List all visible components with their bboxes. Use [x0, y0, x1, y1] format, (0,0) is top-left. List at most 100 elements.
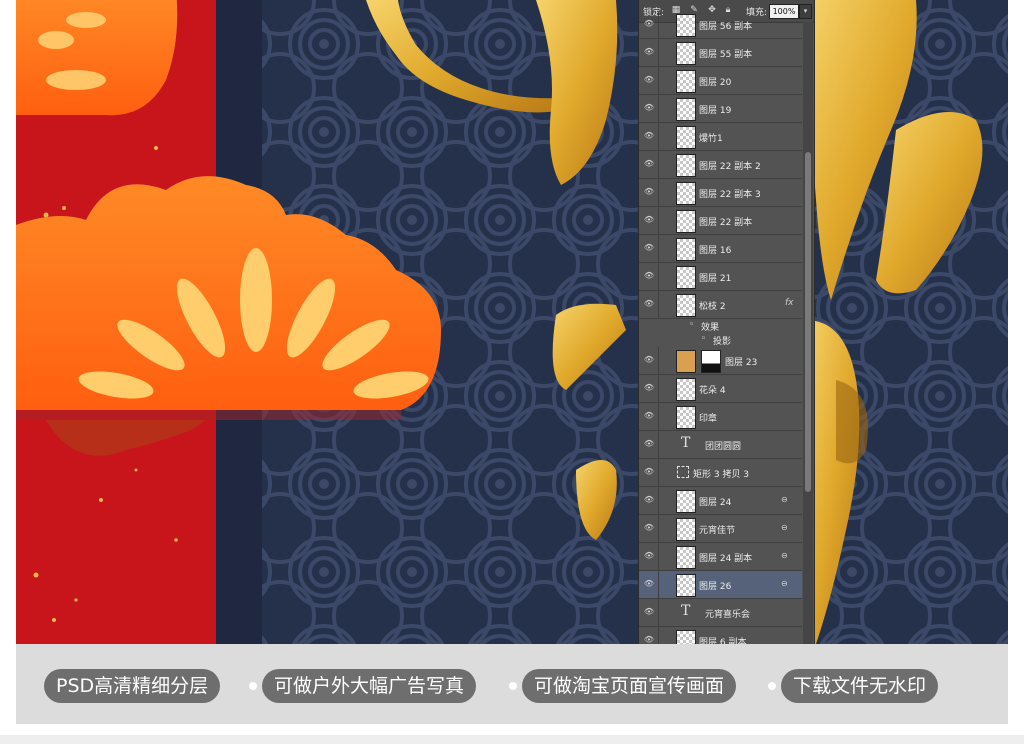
column-divider [658, 543, 659, 570]
text-layer-icon: T [681, 603, 691, 619]
link-icon[interactable]: ⊖ [781, 579, 788, 588]
layer-name: 元宵喜乐会 [705, 610, 751, 620]
layer-row[interactable]: 👁︎ 图层 22 副本 [639, 207, 802, 235]
column-divider [658, 431, 659, 458]
layer-row[interactable]: 👁︎ 爆竹1 [639, 123, 802, 151]
eye-small-icon[interactable]: ◦ [689, 320, 694, 330]
effects-row[interactable]: ◦ 效果 [639, 319, 802, 333]
layers-scroll-thumb[interactable] [805, 152, 811, 492]
eye-small-icon[interactable]: ◦ [701, 334, 706, 344]
column-divider [658, 123, 659, 150]
column-divider [658, 67, 659, 94]
column-divider [658, 179, 659, 206]
layer-thumbnail [676, 266, 696, 289]
canvas-preview: 锁定: ▦ ✎ ✥ 🔒︎ 填充: 100% ▾ 👁︎ 图层 56 副本 👁︎ 图层 5… [16, 0, 1008, 644]
visibility-eye-icon[interactable]: 👁︎ [643, 467, 655, 477]
fx-icon[interactable]: fx [785, 298, 794, 308]
layer-row[interactable]: 👁︎ 图层 16 [639, 235, 802, 263]
text-layer-icon: T [681, 435, 691, 451]
layer-row[interactable]: 👁︎ 图层 20 [639, 67, 802, 95]
layer-row[interactable]: 👁︎ T 团团圆圆 [639, 431, 802, 459]
visibility-eye-icon[interactable]: 👁︎ [643, 19, 655, 29]
layer-thumbnail [676, 238, 696, 261]
effects-label: 效果 [701, 323, 720, 333]
visibility-eye-icon[interactable]: 👁︎ [643, 439, 655, 449]
layer-name: 图层 21 [699, 274, 732, 284]
visibility-eye-icon[interactable]: 👁︎ [643, 607, 655, 617]
link-icon[interactable]: ⊖ [781, 495, 788, 504]
layer-name: 图层 22 副本 2 [699, 162, 761, 172]
visibility-eye-icon[interactable]: 👁︎ [643, 579, 655, 589]
visibility-eye-icon[interactable]: 👁︎ [643, 47, 655, 57]
visibility-eye-icon[interactable]: 👁︎ [643, 299, 655, 309]
visibility-eye-icon[interactable]: 👁︎ [643, 551, 655, 561]
layer-row[interactable]: 👁︎ 图层 6 副本 [639, 627, 802, 644]
layer-thumbnail [676, 126, 696, 149]
layer-row[interactable]: 👁︎ 图层 19 [639, 95, 802, 123]
layer-row[interactable]: 👁︎ 图层 22 副本 2 [639, 151, 802, 179]
column-divider [658, 599, 659, 626]
link-icon[interactable]: ⊖ [781, 551, 788, 560]
visibility-eye-icon[interactable]: 👁︎ [643, 215, 655, 225]
layer-row[interactable]: 👁︎ 图层 55 副本 [639, 39, 802, 67]
layer-row[interactable]: 👁︎ 图层 26 ⊖ [639, 571, 802, 599]
layer-name: 团团圆圆 [705, 442, 742, 452]
layer-thumbnail [676, 294, 696, 317]
layer-row[interactable]: 👁︎ 印章 [639, 403, 802, 431]
visibility-eye-icon[interactable]: 👁︎ [643, 411, 655, 421]
visibility-eye-icon[interactable]: 👁︎ [643, 523, 655, 533]
visibility-eye-icon[interactable]: 👁︎ [643, 635, 655, 644]
visibility-eye-icon[interactable]: 👁︎ [643, 187, 655, 197]
column-divider [658, 39, 659, 66]
layer-name: 印章 [699, 414, 718, 424]
separator-dot [249, 682, 257, 690]
layer-name: 图层 26 [699, 582, 732, 592]
visibility-eye-icon[interactable]: 👁︎ [643, 271, 655, 281]
layer-mask-thumbnail [701, 350, 721, 373]
layer-row[interactable]: 👁︎ 图层 23 [639, 347, 802, 375]
visibility-eye-icon[interactable]: 👁︎ [643, 243, 655, 253]
layer-row[interactable]: 👁︎ 图层 24 ⊖ [639, 487, 802, 515]
column-divider [658, 347, 659, 374]
layer-name: 图层 23 [725, 358, 758, 368]
layer-row[interactable]: 👁︎ 图层 24 副本 ⊖ [639, 543, 802, 571]
visibility-eye-icon[interactable]: 👁︎ [643, 355, 655, 365]
layer-row[interactable]: 👁︎ T 元宵喜乐会 [639, 599, 802, 627]
link-icon[interactable]: ⊖ [781, 523, 788, 532]
layer-thumbnail [676, 350, 696, 373]
column-divider [658, 515, 659, 542]
layer-row[interactable]: 👁︎ 图层 21 [639, 263, 802, 291]
layer-row[interactable]: 👁︎ 图层 56 副本 [639, 11, 802, 39]
layer-name: 图层 56 副本 [699, 22, 753, 32]
layer-thumbnail [676, 14, 696, 37]
layers-scrollbar[interactable] [803, 22, 813, 644]
layer-name: 元宵佳节 [699, 526, 736, 536]
visibility-eye-icon[interactable]: 👁︎ [643, 131, 655, 141]
layer-row[interactable]: 👁︎ 花朵 4 [639, 375, 802, 403]
layer-row[interactable]: 👁︎ 松枝 2 fx [639, 291, 802, 319]
shadow-effect-row[interactable]: ◦ 投影 [639, 333, 802, 347]
layer-name: 松枝 2 [699, 302, 726, 312]
layer-name: 图层 24 [699, 498, 732, 508]
bottom-border [0, 735, 1024, 744]
visibility-eye-icon[interactable]: 👁︎ [643, 159, 655, 169]
layer-thumbnail [676, 546, 696, 569]
column-divider [658, 459, 659, 486]
column-divider [658, 571, 659, 598]
visibility-eye-icon[interactable]: 👁︎ [643, 75, 655, 85]
visibility-eye-icon[interactable]: 👁︎ [643, 103, 655, 113]
visibility-eye-icon[interactable]: 👁︎ [643, 383, 655, 393]
layer-thumbnail [676, 154, 696, 177]
layer-name: 图层 19 [699, 106, 732, 116]
column-divider [658, 375, 659, 402]
shape-layer-icon [677, 466, 689, 478]
layer-row[interactable]: 👁︎ 矩形 3 拷贝 3 [639, 459, 802, 487]
layer-row[interactable]: 👁︎ 元宵佳节 ⊖ [639, 515, 802, 543]
column-divider [658, 151, 659, 178]
feature-bar: PSD高清精细分层 可做户外大幅广告写真 可做淘宝页面宣传画面 下载文件无水印 [16, 644, 1008, 724]
visibility-eye-icon[interactable]: 👁︎ [643, 495, 655, 505]
tag-no-watermark: 下载文件无水印 [781, 669, 939, 703]
layer-thumbnail [676, 490, 696, 513]
layer-row[interactable]: 👁︎ 图层 22 副本 3 [639, 179, 802, 207]
column-divider [658, 403, 659, 430]
